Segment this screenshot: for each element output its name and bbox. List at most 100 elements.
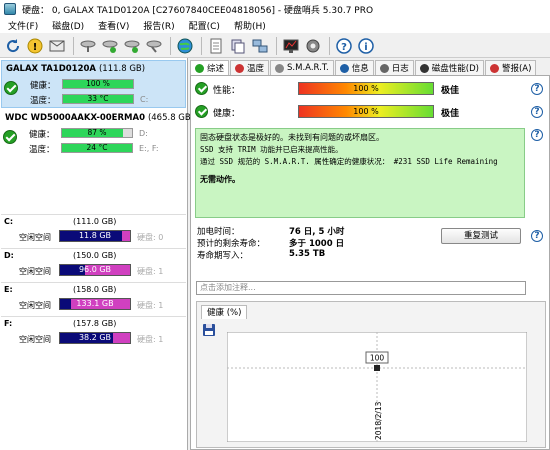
status-message-line: SSD 支持 TRIM 功能并已启来提高性能。 [200, 145, 343, 154]
menu-help[interactable]: 帮助(H) [234, 19, 266, 32]
volume-size: (157.8 GB) [73, 319, 117, 328]
svg-text:?: ? [341, 42, 347, 53]
log-icon [379, 63, 389, 73]
health-bar: 87 % [61, 128, 133, 138]
tab-log[interactable]: 日志 [374, 60, 414, 75]
menu-view[interactable]: 查看(V) [98, 19, 129, 32]
alert-icon [489, 63, 499, 73]
tab-info[interactable]: 信息 [334, 60, 374, 75]
mail-icon[interactable] [47, 36, 67, 56]
temperature-value: 33 °C [87, 94, 109, 103]
performance-label: 性能： [213, 86, 241, 96]
gear-icon[interactable] [303, 36, 323, 56]
globe-icon[interactable] [175, 36, 195, 56]
health-label: 健康： [213, 109, 241, 119]
disk-item-1[interactable]: WDC WD5000AAKX-00ERMA0 (465.8 GB) 健康： 87… [1, 110, 194, 158]
save-icon[interactable] [203, 324, 215, 336]
chart-title-tab[interactable]: 健康 (%) [201, 305, 248, 319]
tab-alert[interactable]: 警报(A) [484, 60, 537, 75]
health-bar: 100 % [298, 105, 434, 118]
svg-text:!: ! [33, 42, 38, 53]
warning-icon[interactable]: ! [25, 36, 45, 56]
help-icon[interactable]: ? [531, 129, 543, 141]
free-space-label: 空闲空间 [19, 301, 51, 310]
toolbar-separator [170, 36, 171, 55]
health-value: 87 % [87, 128, 107, 137]
info-icon [339, 63, 349, 73]
volume-disk-hint: 硬盘: 0 [137, 233, 164, 242]
toolbar-separator [73, 36, 74, 55]
disk-config-icon[interactable] [144, 36, 164, 56]
health-value: 100 % [353, 107, 379, 116]
chart-point [374, 365, 380, 371]
toolbar: ! ? i [0, 34, 550, 58]
menu-config[interactable]: 配置(C) [189, 19, 220, 32]
menu-file[interactable]: 文件(F) [8, 19, 38, 32]
toolbar-separator [329, 36, 330, 55]
info-icon[interactable]: i [356, 36, 376, 56]
disk-model: WDC WD5000AAKX-00ERMA0 [5, 113, 145, 123]
volume-size: (150.0 GB) [73, 251, 117, 260]
window-title: 硬盘： 0, GALAX TA1D0120A [C27607840CEE0481… [22, 5, 374, 16]
performance-bar: 100 % [298, 82, 434, 95]
free-space-bar: 11.8 GB [59, 230, 131, 242]
help-icon[interactable]: ? [334, 36, 354, 56]
tab-label: 警报(A) [501, 64, 532, 74]
menu-disk[interactable]: 磁盘(D) [52, 19, 84, 32]
app-logo-icon [4, 3, 16, 15]
performance-icon [419, 63, 429, 73]
disk-model: GALAX TA1D0120A [6, 64, 96, 74]
health-label: 健康： [30, 81, 56, 91]
document-icon[interactable] [206, 36, 226, 56]
copy-icon[interactable] [228, 36, 248, 56]
health-chart-panel: 健康 (%) 1001002018/2/13 [196, 301, 546, 448]
volume-disk-hint: 硬盘: 1 [137, 335, 164, 344]
status-ok-icon [195, 82, 208, 95]
free-space-value: 11.8 GB [78, 231, 112, 240]
help-icon[interactable]: ? [531, 230, 543, 242]
disk-name: GALAX TA1D0120A (111.8 GB) [6, 64, 145, 74]
monitor-icon[interactable] [281, 36, 301, 56]
retest-button[interactable]: 重复测试 [441, 228, 521, 244]
performance-value: 100 % [353, 84, 379, 93]
toolbar-separator [276, 36, 277, 55]
tab-label: 信息 [351, 64, 369, 74]
performance-row: 性能： 100 % 极佳 [195, 81, 547, 97]
disk-test-icon[interactable] [122, 36, 142, 56]
tab-label: 温度 [247, 64, 265, 74]
tab-label: 磁盘性能(D) [431, 64, 479, 74]
disk-tools-icon[interactable] [100, 36, 120, 56]
tab-thermometer[interactable]: 温度 [230, 60, 270, 75]
volume-item[interactable]: D: (150.0 GB) 空闲空间 96.0 GB 硬盘: 1 [1, 248, 186, 281]
help-icon[interactable]: ? [531, 83, 543, 95]
volume-letter: D: [4, 251, 14, 260]
status-message-line: 通过 SSD 规范的 S.M.A.R.T. 属性确定的健康状况： #231 SS… [200, 157, 498, 166]
svg-text:i: i [364, 42, 367, 53]
free-space-bar: 38.2 GB [59, 332, 131, 344]
smart-icon [275, 63, 285, 73]
tab-performance[interactable]: 磁盘性能(D) [414, 60, 484, 75]
tab-smart[interactable]: S.M.A.R.T. [270, 60, 334, 75]
status-ok-icon [195, 105, 208, 118]
disk-settings-icon[interactable] [78, 36, 98, 56]
action-text: 无需动作。 [200, 175, 240, 184]
volume-item[interactable]: F: (157.8 GB) 空闲空间 38.2 GB 硬盘: 1 [1, 316, 186, 349]
disk-item-0[interactable]: GALAX TA1D0120A (111.8 GB) 健康： 100 % 温度：… [1, 60, 186, 108]
volume-size: (158.0 GB) [73, 285, 117, 294]
help-icon[interactable]: ? [531, 106, 543, 118]
tab-overview[interactable]: 综述 [190, 60, 230, 75]
temperature-bar: 24 °C [61, 143, 133, 153]
network-icon[interactable] [250, 36, 270, 56]
menu-report[interactable]: 报告(R) [143, 19, 174, 32]
free-space-value: 96.0 GB [78, 265, 112, 274]
performance-grade: 极佳 [441, 86, 460, 96]
free-space-value: 38.2 GB [78, 333, 112, 342]
volume-item[interactable]: C: (111.0 GB) 空闲空间 11.8 GB 硬盘: 0 [1, 214, 186, 247]
note-input[interactable]: 点击添加注释... [196, 281, 526, 295]
power-on-time: 加电时间： 76 日, 5 小时 [197, 225, 344, 237]
refresh-icon[interactable] [3, 36, 23, 56]
drive-letters: D: [139, 129, 148, 138]
volume-disk-hint: 硬盘: 1 [137, 267, 164, 276]
volume-item[interactable]: E: (158.0 GB) 空闲空间 133.1 GB 硬盘: 1 [1, 282, 186, 315]
menu-bar: 文件(F) 磁盘(D) 查看(V) 报告(R) 配置(C) 帮助(H) [0, 18, 550, 33]
